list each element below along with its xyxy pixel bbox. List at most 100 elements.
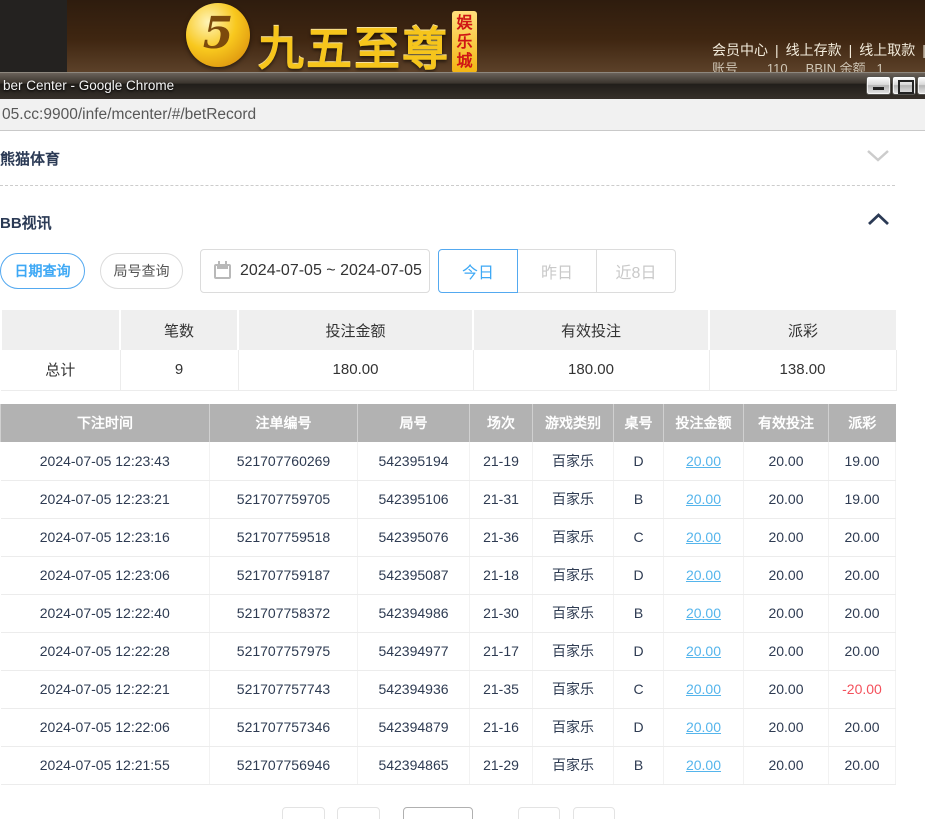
cell-round-id: 542394986	[358, 594, 470, 632]
bet-amount-link[interactable]: 20.00	[686, 567, 721, 583]
cell-payout: 19.00	[829, 442, 896, 480]
last-8-days-button[interactable]: 近8日	[597, 249, 676, 293]
table-row: 2024-07-05 12:23:16 521707759518 5423950…	[1, 518, 896, 556]
chevron-up-icon[interactable]	[867, 213, 890, 226]
bet-amount-link[interactable]: 20.00	[686, 453, 721, 469]
cell-valid-bet: 20.00	[744, 632, 829, 670]
round-query-tab[interactable]: 局号查询	[100, 253, 183, 289]
table-row: 2024-07-05 12:22:06 521707757346 5423948…	[1, 708, 896, 746]
cell-payout: 20.00	[829, 632, 896, 670]
bet-amount-link[interactable]: 20.00	[686, 529, 721, 545]
cell-game-type: 百家乐	[533, 746, 614, 784]
section-title: 熊猫体育	[0, 148, 60, 169]
summary-bet-amount: 180.00	[238, 350, 473, 390]
cell-game-type: 百家乐	[533, 594, 614, 632]
close-button[interactable]	[917, 76, 925, 95]
pagination-button-4[interactable]	[518, 807, 560, 819]
summary-header-row: 笔数投注金额有效投注派彩	[1, 310, 896, 350]
bet-amount-link[interactable]: 20.00	[686, 605, 721, 621]
cell-round-id: 542395194	[358, 442, 470, 480]
pagination-current-button[interactable]	[403, 807, 473, 819]
cell-game-type: 百家乐	[533, 632, 614, 670]
cell-bet-amount: 20.00	[664, 594, 744, 632]
bet-record-table: 下注时间注单编号局号场次游戏类别桌号投注金额有效投注派彩 2024-07-05 …	[0, 404, 896, 785]
section-bb-video[interactable]: BB视讯	[0, 187, 895, 247]
account-info: 账号 110 BBIN 余额 1	[712, 59, 925, 72]
bet-table-header-cell: 下注时间	[1, 404, 210, 442]
cell-payout: 20.00	[829, 556, 896, 594]
browser-titlebar[interactable]: ber Center - Google Chrome	[0, 72, 925, 99]
pagination-button-5[interactable]	[573, 807, 615, 819]
nav-online-deposit[interactable]: 线上存款	[786, 42, 842, 58]
cell-valid-bet: 20.00	[744, 708, 829, 746]
site-banner: 5 九五至尊 娱 乐 城 会员中心|线上存款|线上取款| 账号 110 BBIN…	[0, 0, 925, 72]
pagination-button-2[interactable]	[337, 807, 380, 819]
cell-payout: 20.00	[829, 518, 896, 556]
browser-url-bar[interactable]: 05.cc:9900/infe/mcenter/#/betRecord	[0, 99, 925, 131]
cell-valid-bet: 20.00	[744, 518, 829, 556]
cell-round-id: 542394865	[358, 746, 470, 784]
summary-header-cell: 笔数	[120, 310, 238, 350]
cell-valid-bet: 20.00	[744, 556, 829, 594]
date-query-tab[interactable]: 日期查询	[0, 253, 85, 289]
cell-bet-id: 521707759187	[210, 556, 358, 594]
bet-table-header-cell: 局号	[358, 404, 470, 442]
cell-bet-amount: 20.00	[664, 480, 744, 518]
quick-range-group: 今日 昨日 近8日	[438, 249, 676, 293]
bet-amount-link[interactable]: 20.00	[686, 681, 721, 697]
chevron-down-icon[interactable]	[866, 149, 890, 162]
bet-table-header-cell: 桌号	[614, 404, 664, 442]
bet-table-body: 2024-07-05 12:23:43 521707760269 5423951…	[1, 442, 896, 784]
summary-payout: 138.00	[709, 350, 896, 390]
bet-table-header-cell: 游戏类别	[533, 404, 614, 442]
cell-bet-id: 521707757743	[210, 670, 358, 708]
search-button[interactable]: 查询	[684, 249, 765, 293]
nav-separator: |	[775, 42, 779, 58]
cell-round-id: 542394879	[358, 708, 470, 746]
bet-amount-link[interactable]: 20.00	[686, 491, 721, 507]
bet-amount-link[interactable]: 20.00	[686, 643, 721, 659]
banner-nav: 会员中心|线上存款|线上取款|	[712, 40, 925, 60]
bet-table-header-cell: 有效投注	[744, 404, 829, 442]
maximize-button[interactable]	[892, 76, 916, 95]
minimize-button[interactable]	[866, 76, 891, 95]
cell-bet-id: 521707759518	[210, 518, 358, 556]
yesterday-button[interactable]: 昨日	[518, 249, 597, 293]
table-row: 2024-07-05 12:22:28 521707757975 5423949…	[1, 632, 896, 670]
nav-member-center[interactable]: 会员中心	[712, 42, 768, 58]
bet-table-header-cell: 投注金额	[664, 404, 744, 442]
cell-valid-bet: 20.00	[744, 480, 829, 518]
table-row: 2024-07-05 12:21:55 521707756946 5423948…	[1, 746, 896, 784]
url-text: 05.cc:9900/infe/mcenter/#/betRecord	[2, 106, 256, 124]
cell-bet-time: 2024-07-05 12:23:16	[1, 518, 210, 556]
badge-char: 乐	[452, 33, 477, 52]
cell-session: 21-29	[470, 746, 533, 784]
brand-logo-icon: 5	[186, 3, 250, 67]
pagination-button-1[interactable]	[282, 807, 325, 819]
bet-amount-link[interactable]: 20.00	[686, 719, 721, 735]
cell-table-no: D	[614, 442, 664, 480]
filter-bar: 日期查询 局号查询 2024-07-05 ~ 2024-07-05 今日 昨日 …	[0, 249, 925, 293]
bet-table-header-cell: 注单编号	[210, 404, 358, 442]
summary-header-cell	[1, 310, 120, 350]
cell-bet-time: 2024-07-05 12:21:55	[1, 746, 210, 784]
window-title: ber Center - Google Chrome	[3, 78, 174, 93]
section-panda-sports[interactable]: 熊猫体育	[0, 131, 895, 186]
cell-round-id: 542394977	[358, 632, 470, 670]
cell-bet-time: 2024-07-05 12:22:06	[1, 708, 210, 746]
summary-total-row: 总计 9 180.00 180.00 138.00	[1, 350, 896, 390]
cell-table-no: C	[614, 518, 664, 556]
nav-online-withdraw[interactable]: 线上取款	[859, 42, 915, 58]
pagination	[0, 807, 925, 819]
cell-table-no: B	[614, 746, 664, 784]
bet-table-header-row: 下注时间注单编号局号场次游戏类别桌号投注金额有效投注派彩	[1, 404, 896, 442]
cell-session: 21-31	[470, 480, 533, 518]
cell-bet-time: 2024-07-05 12:22:40	[1, 594, 210, 632]
bet-table-header-cell: 场次	[470, 404, 533, 442]
date-range-picker[interactable]: 2024-07-05 ~ 2024-07-05	[200, 249, 430, 293]
summary-header-cell: 投注金额	[238, 310, 473, 350]
cell-bet-amount: 20.00	[664, 556, 744, 594]
cell-session: 21-18	[470, 556, 533, 594]
bet-amount-link[interactable]: 20.00	[686, 757, 721, 773]
today-button[interactable]: 今日	[438, 249, 518, 293]
